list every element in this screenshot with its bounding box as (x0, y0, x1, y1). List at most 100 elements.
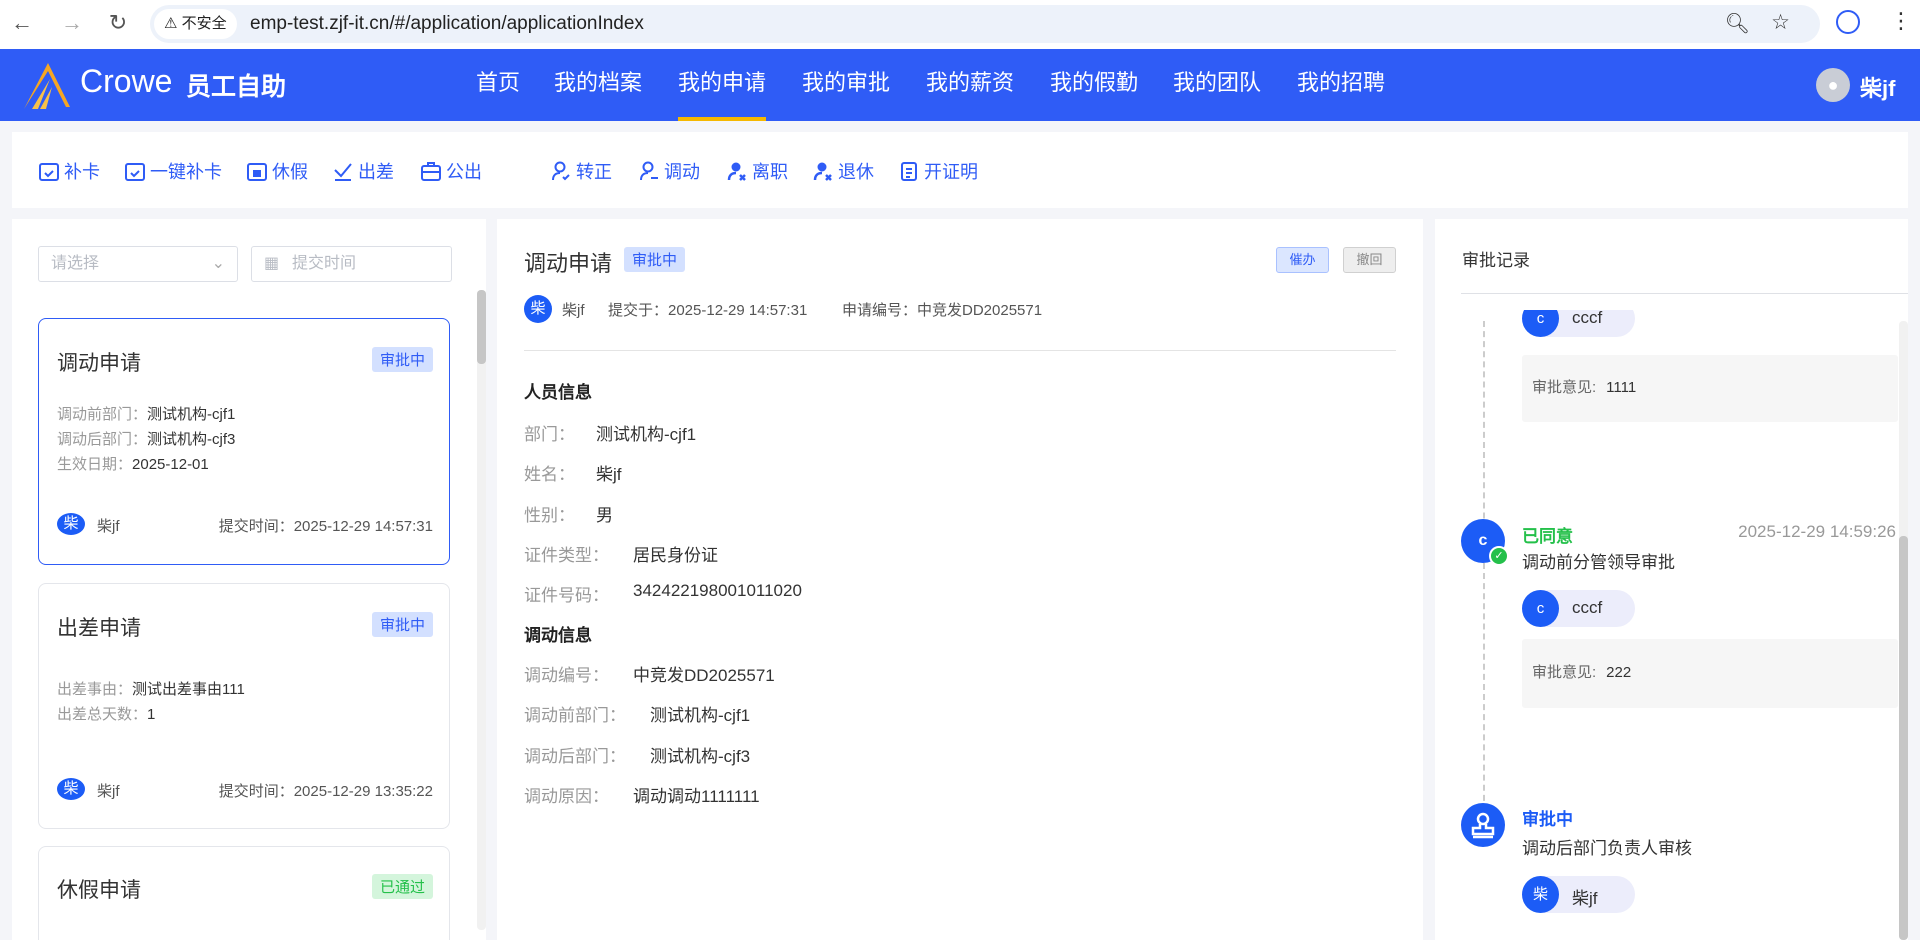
tool-leave[interactable]: 休假 (246, 158, 308, 184)
field-label: 证件类型： (524, 546, 609, 565)
field-label: 调动编号： (524, 666, 609, 685)
star-icon[interactable]: ☆ (1771, 10, 1790, 35)
security-indicator[interactable]: ⚠ 不安全 (154, 9, 237, 39)
nav-team[interactable]: 我的团队 (1173, 49, 1261, 121)
record-time: 2025-12-29 14:59:26 (1738, 522, 1896, 541)
tool-regularization[interactable]: 转正 (550, 158, 612, 184)
field-label: 调动原因： (524, 787, 609, 806)
card-title: 休假申请 (57, 879, 141, 902)
comment-text: 222 (1606, 664, 1632, 681)
withdraw-button[interactable]: 撤回 (1343, 247, 1396, 273)
card-field: 生效日期：2025-12-01 (57, 456, 209, 473)
card-user: 柴jf (97, 518, 120, 535)
tool-label: 休假 (272, 162, 308, 182)
forward-icon[interactable]: → (58, 10, 86, 36)
record-step: 调动后部门负责人审核 (1522, 839, 1692, 858)
tool-label: 离职 (752, 162, 788, 182)
date-picker[interactable]: ▦ 提交时间 (251, 246, 452, 282)
field-value: 测试机构-cjf1 (650, 706, 751, 725)
tool-business-trip[interactable]: 出差 (332, 158, 394, 184)
user-retire-icon (813, 162, 832, 181)
scrollbar-thumb[interactable] (1899, 536, 1908, 940)
list-scrollbar[interactable] (477, 290, 486, 930)
divider (524, 350, 1396, 351)
security-label: 不安全 (181, 15, 227, 32)
crowe-logo-icon (24, 63, 70, 109)
field-label: 部门： (524, 425, 575, 444)
user-transfer-icon (640, 161, 658, 181)
avatar: 柴 (524, 295, 552, 323)
record-status: 审批中 (1522, 810, 1573, 829)
tool-one-click-fix[interactable]: 一键补卡 (124, 158, 222, 184)
status-badge: 审批中 (371, 347, 433, 372)
tool-card-fix[interactable]: 补卡 (38, 158, 100, 184)
tool-retirement[interactable]: 退休 (812, 158, 874, 184)
application-card[interactable]: 出差申请 审批中 出差事由：测试出差事由111 出差总天数：1 柴 柴jf 提交… (38, 583, 450, 829)
status-badge: 审批中 (371, 612, 433, 637)
menu-icon[interactable]: ⋮ (1890, 8, 1912, 34)
avatar: c (1522, 590, 1559, 627)
tool-label: 转正 (576, 162, 612, 182)
user-check-icon (552, 161, 570, 181)
nav-attendance[interactable]: 我的假勤 (1050, 49, 1138, 121)
stamp-icon (1461, 803, 1505, 847)
user-leave-icon (727, 162, 746, 181)
urge-button[interactable]: 催办 (1276, 247, 1329, 273)
comment-box: 审批意见: 1111 (1522, 355, 1898, 422)
back-icon[interactable]: ← (8, 10, 36, 36)
application-card[interactable]: 休假申请 已通过 (38, 846, 450, 940)
records-title: 审批记录 (1462, 251, 1530, 270)
user-avatar-icon[interactable]: ● (1816, 68, 1850, 102)
approver-pill: c cccf (1522, 310, 1635, 337)
nav-home[interactable]: 首页 (476, 49, 520, 121)
field-value: 调动调动1111111 (633, 787, 760, 806)
date-placeholder: 提交时间 (292, 255, 357, 272)
nav-recruit[interactable]: 我的招聘 (1297, 49, 1385, 121)
zoom-icon[interactable]: 🔍︎ (1725, 11, 1750, 36)
tool-label: 补卡 (64, 162, 100, 182)
records-scrollbar[interactable] (1899, 321, 1908, 940)
nav-my-applications[interactable]: 我的申请 (678, 49, 767, 121)
section-heading-person: 人员信息 (524, 383, 592, 402)
card-submit-time: 提交时间：2025-12-29 14:57:31 (218, 518, 433, 535)
comment-text: 1111 (1606, 379, 1637, 396)
approver-pill: 柴柴jf (1522, 876, 1635, 913)
tool-transfer[interactable]: 调动 (638, 158, 700, 184)
type-select-placeholder: 请选择 (51, 255, 100, 272)
avatar: 柴 (1522, 876, 1559, 913)
tool-label: 出差 (358, 162, 394, 182)
tool-resignation[interactable]: 离职 (726, 158, 788, 184)
field-label: 调动前部门： (524, 706, 626, 725)
url-text[interactable]: emp-test.zjf-it.cn/#/application/applica… (250, 5, 644, 43)
application-number: 申请编号：中竞发DD2025571 (842, 302, 1043, 319)
field-value: 测试机构-cjf1 (596, 425, 697, 444)
approval-records-panel (1435, 219, 1908, 940)
card-field: 出差事由：测试出差事由111 (57, 681, 245, 698)
tool-official-out[interactable]: 公出 (420, 158, 482, 184)
submitted-time: 提交于：2025-12-29 14:57:31 (608, 302, 808, 319)
avatar: c (1522, 310, 1559, 337)
field-label: 证件号码： (524, 586, 609, 605)
reload-icon[interactable]: ↻ (104, 10, 132, 36)
brand-name: Crowe (80, 63, 173, 99)
tool-certificate[interactable]: 开证明 (898, 158, 978, 184)
nav-my-approvals[interactable]: 我的审批 (802, 49, 890, 121)
card-field: 调动后部门：测试机构-cjf3 (57, 431, 236, 448)
field-value: 测试机构-cjf3 (650, 747, 751, 766)
record-status: 已同意 (1522, 527, 1573, 546)
status-badge: 已通过 (371, 874, 433, 899)
tool-label: 退休 (838, 162, 874, 182)
card-title: 调动申请 (57, 352, 141, 375)
application-card[interactable]: 调动申请 审批中 调动前部门：测试机构-cjf1 调动后部门：测试机构-cjf3… (38, 318, 450, 565)
profile-icon[interactable] (1836, 10, 1860, 34)
card-submit-time: 提交时间：2025-12-29 13:35:22 (218, 783, 433, 800)
field-value: 342422198001011020 (633, 581, 802, 600)
record-step: 调动前分管领导审批 (1522, 553, 1675, 572)
nav-salary[interactable]: 我的薪资 (926, 49, 1014, 121)
nav-profile[interactable]: 我的档案 (554, 49, 642, 121)
address-bar[interactable]: ⚠ 不安全 emp-test.zjf-it.cn/#/application/a… (150, 5, 1820, 43)
type-select[interactable]: 请选择 ⌄ (38, 246, 238, 282)
user-name[interactable]: 柴jf (1860, 71, 1895, 103)
divider (1461, 293, 1908, 294)
scrollbar-thumb[interactable] (477, 290, 486, 364)
